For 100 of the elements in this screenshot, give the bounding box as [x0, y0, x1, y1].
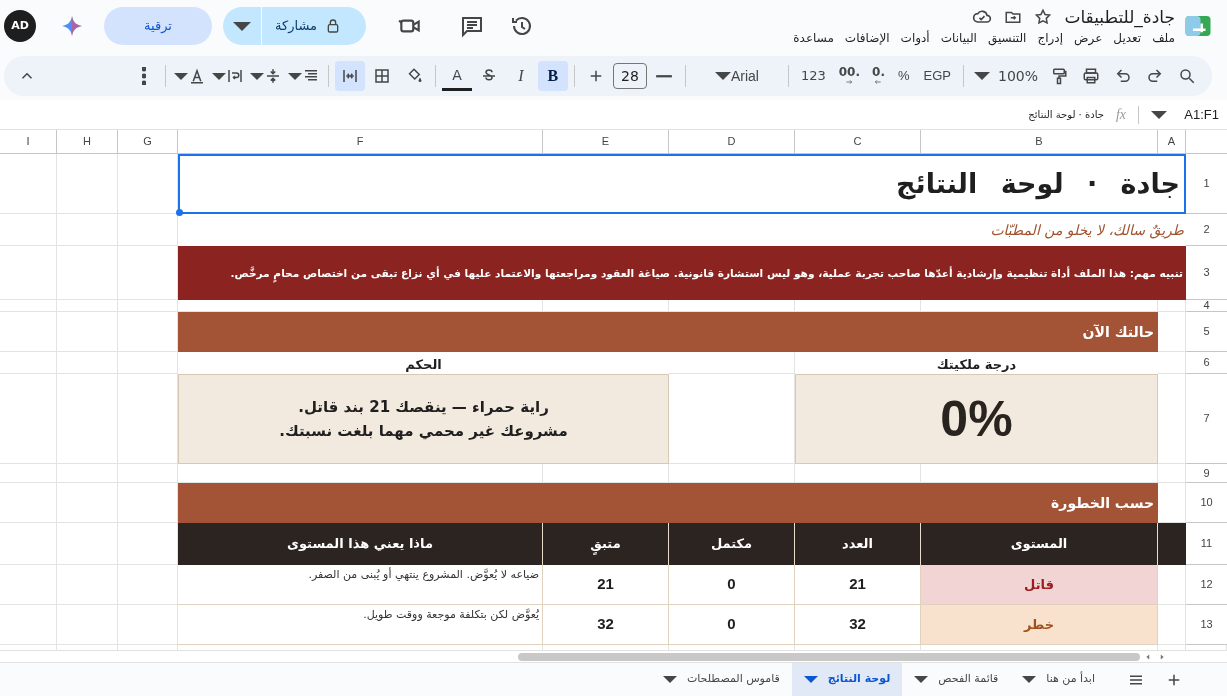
sheet-cell[interactable]	[57, 605, 118, 645]
table-cell: 21	[543, 565, 669, 605]
menu-item[interactable]: أدوات	[900, 29, 930, 46]
sheet-cell[interactable]	[57, 352, 118, 374]
sheet-cell[interactable]	[0, 246, 57, 300]
table-cell: 21	[795, 565, 921, 605]
formula-content[interactable]: جادة · لوحة النتائج	[1028, 107, 1104, 122]
sheet-cell[interactable]	[0, 605, 57, 645]
row-header[interactable]: 12	[1186, 565, 1227, 605]
sheet-cell[interactable]	[57, 246, 118, 300]
comment-icon[interactable]	[459, 14, 484, 38]
menu-item[interactable]: عرض	[1074, 29, 1103, 46]
sheet-tab[interactable]: لوحة النتائج	[791, 663, 903, 696]
row-header[interactable]: 9	[1186, 464, 1227, 483]
upgrade-button[interactable]: ترقية	[104, 7, 212, 45]
menu-item[interactable]: إدراج	[1037, 29, 1063, 46]
scrollbar-thumb[interactable]	[518, 652, 1140, 661]
share-button[interactable]: مشاركة	[223, 7, 366, 45]
caret-icon	[662, 676, 677, 683]
document-title[interactable]: جادة_للتطبيقات	[1064, 6, 1175, 27]
search-icon	[1178, 67, 1196, 85]
section-heading: حسب الخطورة	[1051, 493, 1154, 514]
row-header[interactable]: 6	[1186, 352, 1227, 374]
verdict-label: الحكم	[405, 355, 442, 374]
sheet-tab[interactable]: قاموس المصطلحات	[650, 663, 792, 696]
sheet-cell[interactable]	[0, 523, 57, 565]
paint-format-icon	[1050, 67, 1068, 85]
caret-icon	[803, 676, 818, 683]
menu-item[interactable]: تعديل	[1113, 29, 1142, 46]
sheet-cell[interactable]	[57, 154, 118, 214]
cell-reference[interactable]: A1:F1	[1185, 104, 1219, 125]
sheet-cell[interactable]	[0, 312, 57, 352]
sheet-cell[interactable]	[57, 464, 118, 483]
number-format-button[interactable]: 123	[794, 61, 832, 91]
verdict-text: راية حمراء — ينقصك 21 بند قاتل.	[298, 396, 549, 418]
text-color-button[interactable]: A	[441, 61, 472, 91]
menu-item[interactable]: ملف	[1152, 29, 1175, 46]
sheet-cell[interactable]	[118, 464, 178, 483]
decrease-font-size-icon	[654, 73, 673, 79]
row-header[interactable]: 10	[1186, 483, 1227, 523]
sheet-cell[interactable]	[0, 374, 57, 464]
sheet-cell[interactable]	[118, 300, 178, 312]
menu-item[interactable]: التنسيق	[987, 29, 1027, 46]
print-icon	[1082, 67, 1100, 85]
italic-button[interactable]: I	[505, 61, 536, 91]
zoom-dropdown[interactable]: 100%	[969, 61, 1042, 91]
merge-cells-button[interactable]	[334, 61, 365, 91]
sheet-cell[interactable]	[1158, 464, 1186, 483]
sheet-cell[interactable]	[57, 565, 118, 605]
column-header[interactable]: H	[57, 130, 118, 154]
sheet-cell[interactable]	[57, 374, 118, 464]
sheet-title: جادة · لوحة النتائج	[896, 166, 1180, 202]
caret-icon[interactable]	[1151, 110, 1167, 119]
menu-item[interactable]: البيانات	[940, 29, 977, 46]
avatar[interactable]: AD	[4, 10, 36, 42]
sheet-cell[interactable]	[0, 154, 57, 214]
sheet-cell[interactable]	[0, 464, 57, 483]
sheet-cell[interactable]	[57, 214, 118, 246]
table-cell: 32	[795, 605, 921, 645]
row-header[interactable]: 7	[1186, 374, 1227, 464]
font-size-field[interactable]: 28	[612, 63, 647, 89]
sheet-cell[interactable]	[0, 352, 57, 374]
row-header[interactable]: 4	[1186, 300, 1227, 312]
column-header[interactable]: I	[0, 130, 57, 154]
row-header[interactable]: 5	[1186, 312, 1227, 352]
caret-icon	[233, 21, 251, 31]
sheet-cell[interactable]	[57, 300, 118, 312]
sheet-cell[interactable]	[0, 565, 57, 605]
caret-icon	[249, 72, 264, 80]
decrease-decimals-button[interactable]: .0	[867, 61, 890, 91]
sheet-cell[interactable]	[0, 300, 57, 312]
sheet-tab[interactable]: قائمة الفحص	[902, 663, 1011, 696]
notice-text: تنبيه مهم: هذا الملف أداة تنظيمية وإرشادية أعدّها صاحب تجربة عملية، وهو ليس استشارة قانونية. صياغة العقود ومراجعتها والاعتماد عليها في أي نزاع تبقى من اختصاص محامٍ مرخَّص.	[230, 265, 1183, 281]
sheet-cell[interactable]	[0, 483, 57, 523]
caret-icon	[211, 72, 226, 80]
sheet-cell[interactable]	[57, 312, 118, 352]
currency-button[interactable]: EGP	[917, 61, 957, 91]
sheet-cell[interactable]	[57, 483, 118, 523]
more-icon	[141, 67, 146, 85]
sheet-cell[interactable]	[57, 523, 118, 565]
table-cell-text: ضياعه لا يُعوَّض. المشروع ينتهي أو يُبنى من الصفر.	[308, 567, 539, 583]
sheet-tab[interactable]: ابدأ من هنا	[1010, 663, 1107, 696]
verdict-text: مشروعك غير محمي مهما بلغت نسبتك.	[279, 421, 568, 442]
table-header: العدد	[795, 523, 921, 565]
table-header: متبقٍ	[543, 523, 669, 565]
percent-button[interactable]: %	[891, 61, 916, 91]
row-header[interactable]: 13	[1186, 605, 1227, 645]
menu-item[interactable]: مساعدة	[793, 29, 834, 46]
increase-decimals-button[interactable]: .00	[833, 61, 865, 91]
undo-icon	[1114, 67, 1132, 85]
column-header[interactable]: G	[118, 130, 178, 154]
menu-item[interactable]: الإضافات	[844, 29, 890, 46]
bold-button[interactable]: B	[537, 61, 568, 91]
font-dropdown[interactable]: Arial	[691, 61, 782, 91]
selection-handle[interactable]	[176, 209, 183, 216]
sheet-cell[interactable]	[0, 214, 57, 246]
table-cell: قاتل	[921, 565, 1158, 605]
table-cell-text: يُعوَّض لكن بتكلفة موجعة ووقت طويل.	[363, 607, 539, 623]
star-icon[interactable]	[1034, 7, 1053, 26]
history-icon[interactable]	[509, 14, 534, 38]
